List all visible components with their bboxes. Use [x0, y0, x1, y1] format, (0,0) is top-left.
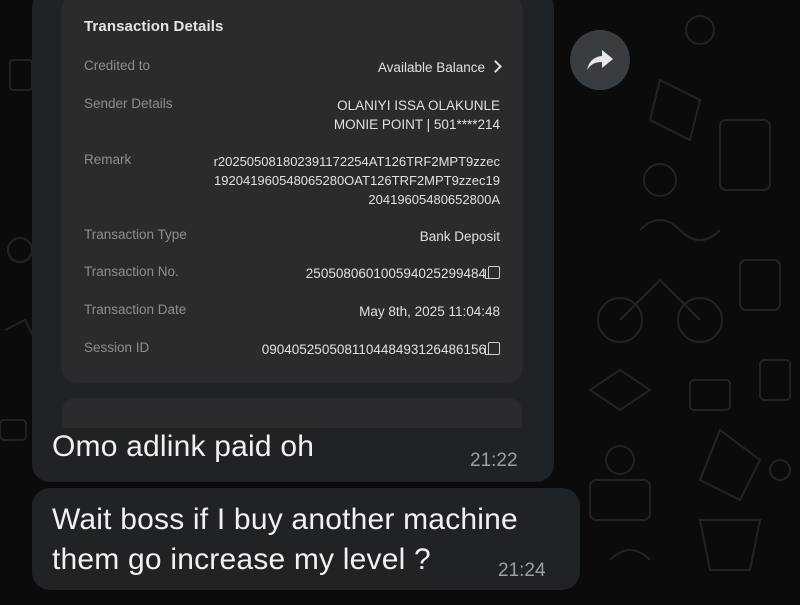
forward-button[interactable] — [570, 30, 630, 90]
transaction-no-value[interactable]: 250508060100594025299484 — [306, 264, 500, 283]
transaction-no-label: Transaction No. — [84, 264, 179, 279]
session-id-value[interactable]: 090405250508110448493126486156 — [262, 340, 500, 359]
message-text: Wait boss if I buy another machine them … — [52, 503, 518, 576]
receipt-card[interactable]: Transaction Details Credited to Availabl… — [62, 0, 522, 382]
sender-details-value: OLANIYI ISSA OLAKUNLE MONIE POINT | 501*… — [333, 98, 500, 132]
message-timestamp: 21:24 — [498, 560, 546, 581]
chevron-right-icon — [489, 60, 502, 73]
forward-arrow-icon — [587, 50, 613, 70]
session-id-label: Session ID — [84, 340, 150, 355]
receipt-title: Transaction Details — [84, 18, 224, 35]
remark-value: r202505081802391172254AT126TRF2MPT9zzec … — [213, 154, 500, 207]
transaction-type-value: Bank Deposit — [419, 229, 500, 244]
transaction-type-label: Transaction Type — [84, 227, 187, 242]
message-timestamp: 21:22 — [470, 450, 518, 471]
message-text: Omo adlink paid oh — [52, 430, 315, 463]
sender-details-label: Sender Details — [84, 96, 173, 111]
credited-to-label: Credited to — [84, 58, 151, 73]
credited-to-value[interactable]: Available Balance — [378, 58, 502, 77]
transaction-date-label: Transaction Date — [84, 302, 187, 317]
copy-icon[interactable] — [485, 266, 500, 279]
receipt-card-continued — [62, 398, 522, 428]
copy-icon[interactable] — [485, 342, 500, 355]
transaction-date-value: May 8th, 2025 11:04:48 — [359, 304, 500, 319]
remark-label: Remark — [84, 152, 132, 167]
